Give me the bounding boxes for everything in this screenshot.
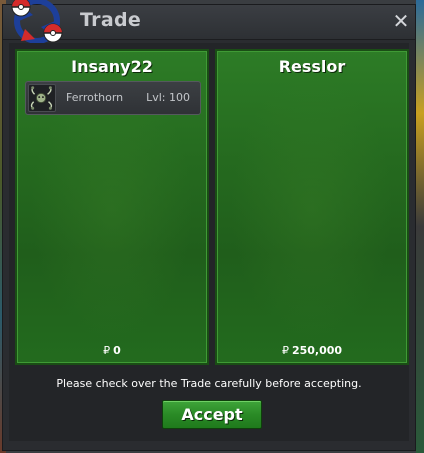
trade-item[interactable]: Ferrothorn Lvl: 100 xyxy=(25,81,201,115)
right-money-value: 250,000 xyxy=(291,344,343,357)
left-money: ₽0 xyxy=(17,344,207,357)
trade-notice: Please check over the Trade carefully be… xyxy=(56,377,362,390)
item-name: Ferrothorn xyxy=(66,91,124,104)
trade-body: Insany22 Ferrothorn Lvl: 100 ₽ 0 Resslor… xyxy=(9,43,409,441)
item-level: Lvl: 100 xyxy=(146,91,190,104)
pokeball-trade-icon xyxy=(11,0,63,44)
close-icon[interactable]: ✕ xyxy=(391,11,411,31)
background-right-edge xyxy=(416,0,424,453)
left-trade-panel: Insany22 Ferrothorn Lvl: 100 ₽ 0 xyxy=(15,49,209,365)
accept-button[interactable]: Accept xyxy=(162,400,262,429)
left-player-name: Insany22 xyxy=(71,57,153,76)
right-money: ₽250,000 xyxy=(217,344,407,357)
left-money-value: 0 xyxy=(113,344,121,357)
right-trade-panel: Resslor ₽250,000 xyxy=(215,49,409,365)
right-player-name: Resslor xyxy=(278,57,346,76)
trade-window: Trade ✕ Insany22 Ferrothorn Lvl: 100 ₽ 0… xyxy=(2,0,416,451)
currency-symbol: ₽ xyxy=(103,344,111,357)
title-bar[interactable]: Trade ✕ xyxy=(3,0,415,44)
currency-symbol: ₽ xyxy=(281,344,289,357)
ferrothorn-sprite-icon xyxy=(28,84,56,112)
window-title: Trade xyxy=(80,9,142,31)
